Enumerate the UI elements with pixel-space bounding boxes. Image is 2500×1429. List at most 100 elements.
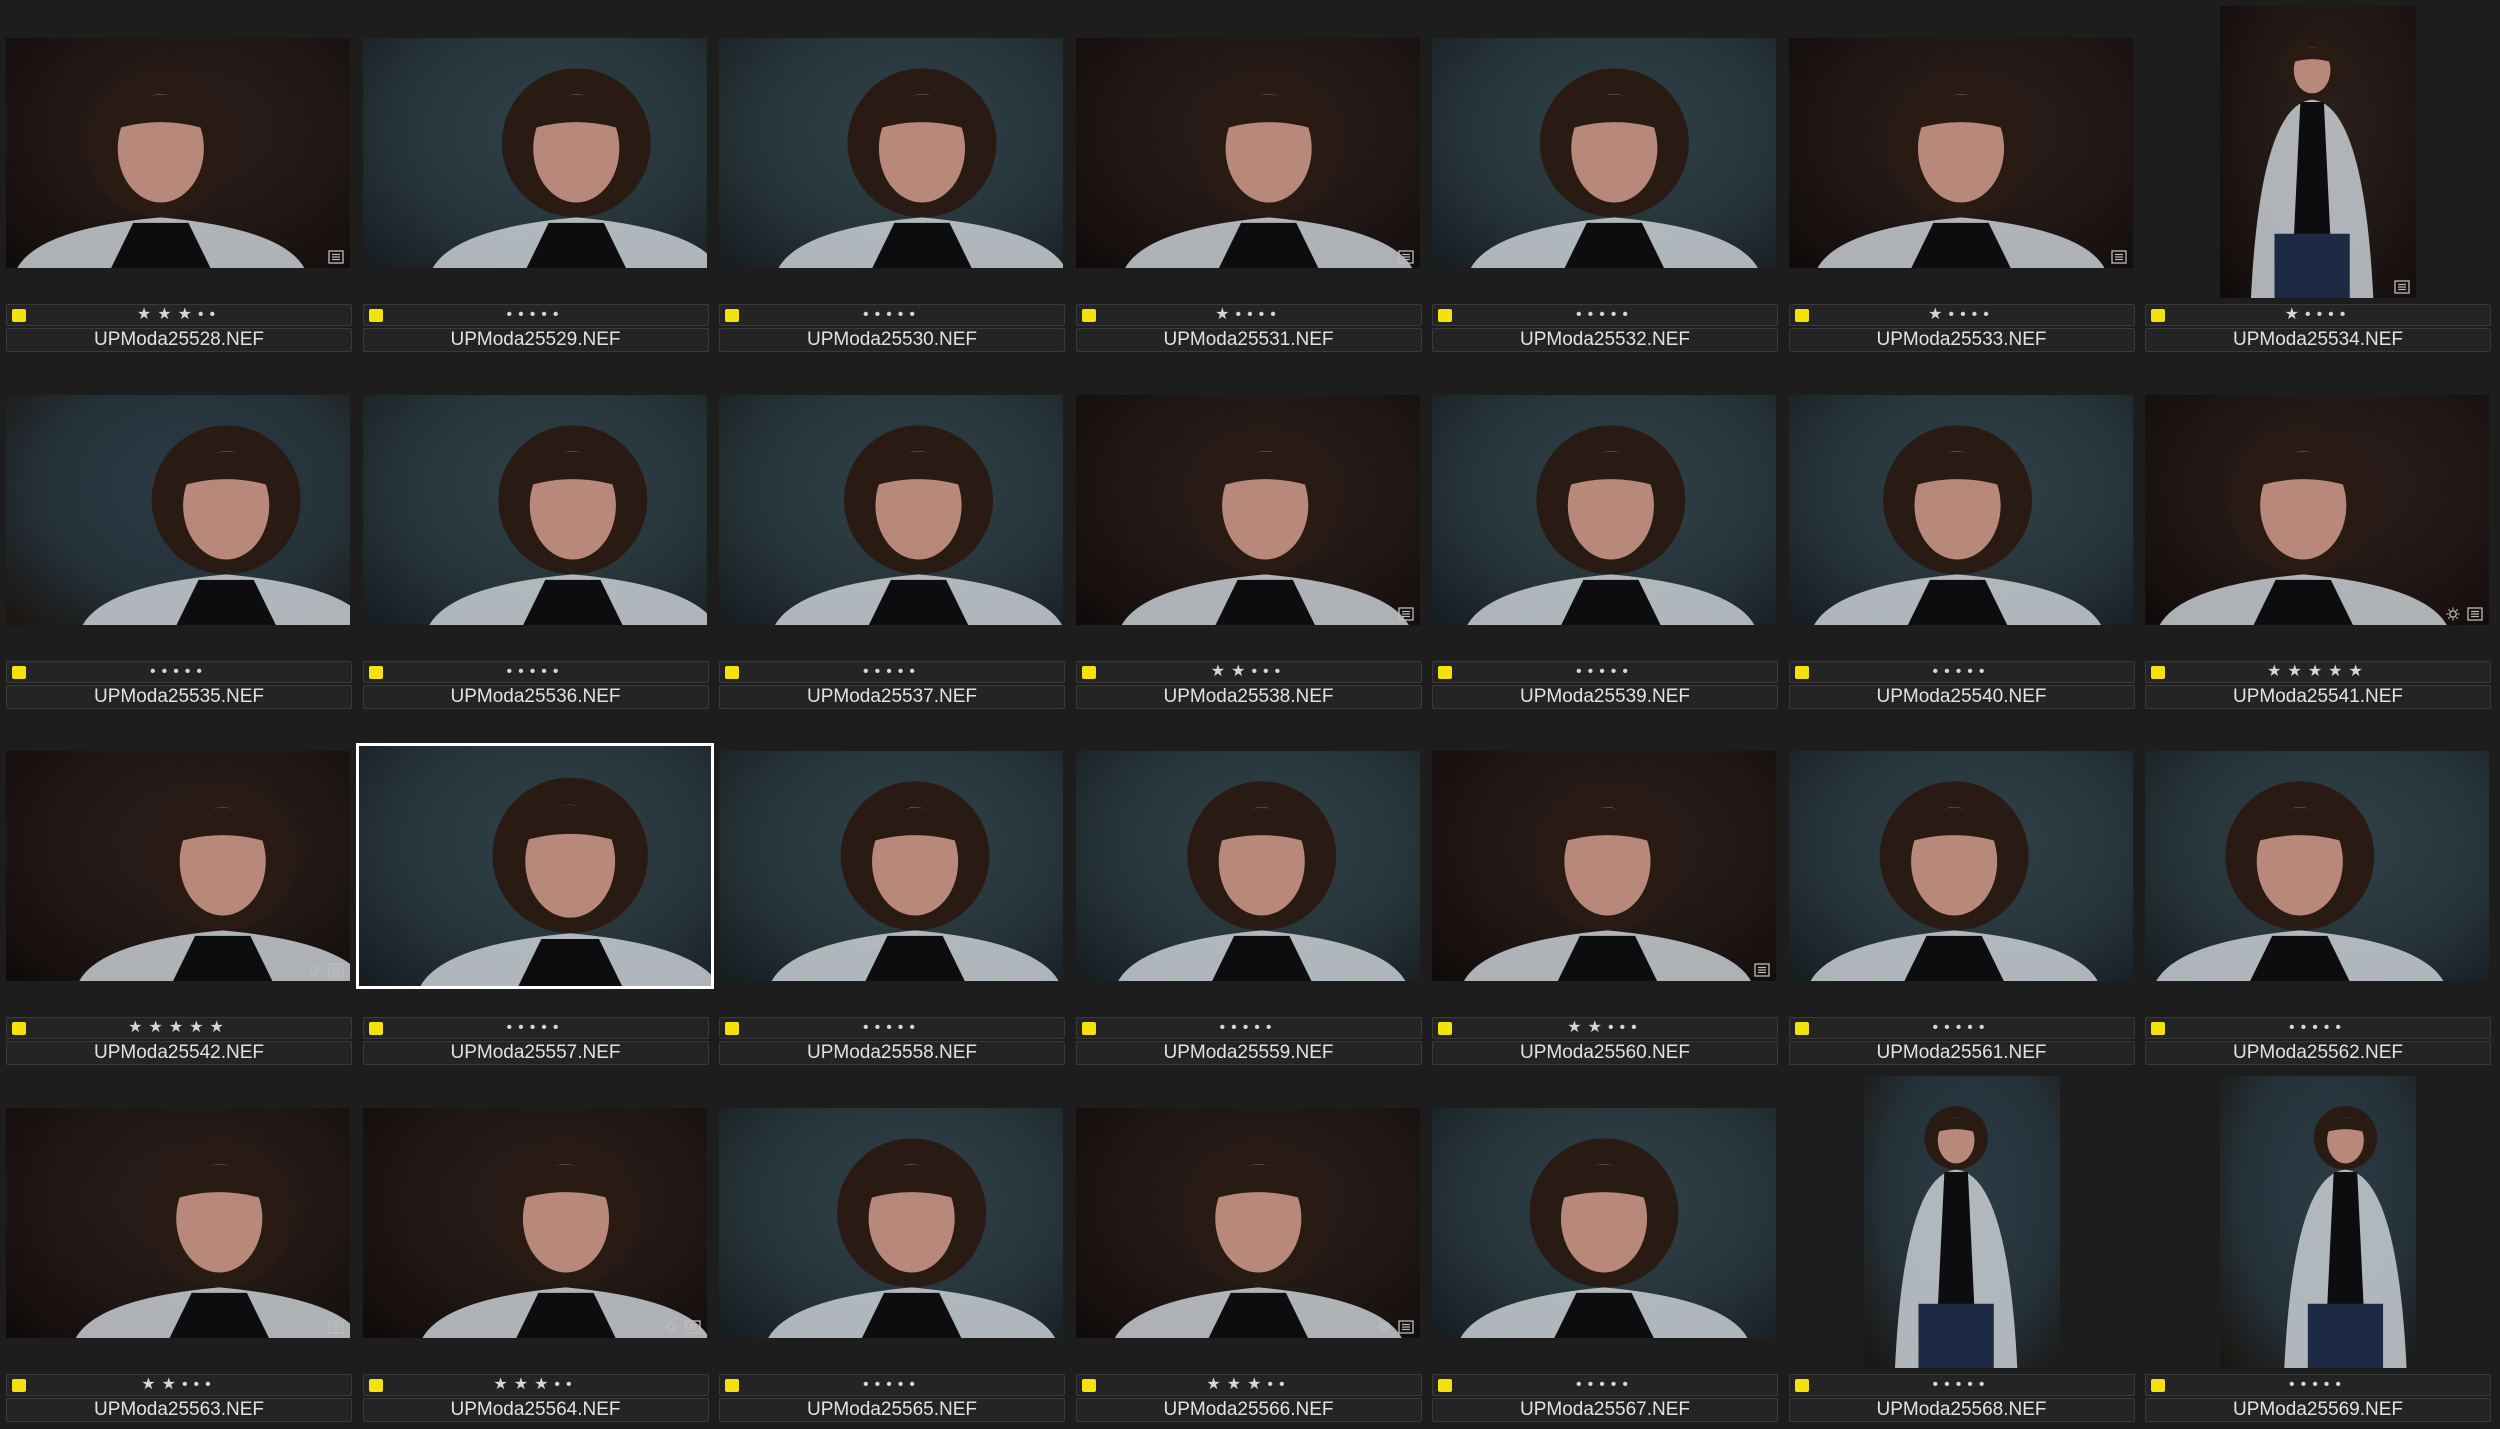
thumbnail-image[interactable] bbox=[1432, 751, 1776, 981]
thumbnail-image[interactable] bbox=[719, 38, 1063, 268]
star-rating[interactable]: ••••• bbox=[1790, 1018, 2134, 1038]
thumbnail-image[interactable] bbox=[2220, 1075, 2416, 1368]
star-rating[interactable]: ★★★•• bbox=[1077, 1375, 1421, 1395]
thumbnail-image[interactable] bbox=[1788, 38, 2133, 268]
thumbnail-cell[interactable]: ★★★•• UPModa25564.NEF bbox=[357, 1070, 709, 1426]
star-rating[interactable]: ★★★•• bbox=[7, 305, 351, 325]
thumbnail-image[interactable] bbox=[1432, 394, 1776, 625]
star-rating[interactable]: ••••• bbox=[1790, 662, 2134, 682]
thumbnail-image[interactable] bbox=[719, 394, 1063, 625]
rating-bar[interactable]: ★•••• bbox=[1075, 304, 1422, 326]
rating-bar[interactable]: ••••• bbox=[6, 660, 352, 683]
star-rating[interactable]: ••••• bbox=[1790, 1375, 2134, 1395]
rating-bar[interactable]: ••••• bbox=[362, 1017, 709, 1039]
rating-bar[interactable]: ★★★•• bbox=[6, 304, 352, 326]
thumbnail-cell[interactable]: ••••• UPModa25569.NEF bbox=[2139, 1070, 2491, 1426]
star-rating[interactable]: ••••• bbox=[720, 1375, 1064, 1395]
rating-bar[interactable]: ••••• bbox=[719, 1017, 1065, 1039]
thumbnail-image[interactable] bbox=[1432, 1107, 1776, 1338]
star-rating[interactable]: ••••• bbox=[720, 662, 1064, 682]
star-rating[interactable]: ★★••• bbox=[1077, 662, 1421, 682]
rating-bar[interactable]: ••••• bbox=[2145, 1017, 2491, 1039]
thumbnail-image[interactable] bbox=[6, 751, 350, 981]
thumbnail-cell[interactable]: ••••• UPModa25530.NEF bbox=[713, 0, 1065, 356]
star-rating[interactable]: ••••• bbox=[720, 1018, 1064, 1038]
rating-bar[interactable]: ••••• bbox=[1432, 660, 1778, 683]
thumbnail-image[interactable] bbox=[1432, 38, 1776, 268]
rating-bar[interactable]: ••••• bbox=[362, 660, 709, 683]
thumbnail-image[interactable] bbox=[6, 394, 350, 625]
star-rating[interactable]: ★★••• bbox=[1433, 1018, 1777, 1038]
star-rating[interactable]: ••••• bbox=[2146, 1375, 2490, 1395]
rating-bar[interactable]: ••••• bbox=[1788, 660, 2135, 683]
rating-bar[interactable]: ★★••• bbox=[6, 1373, 352, 1396]
thumbnail-cell[interactable]: ••••• UPModa25539.NEF bbox=[1426, 357, 1778, 713]
star-rating[interactable]: ••••• bbox=[1433, 662, 1777, 682]
star-rating[interactable]: ••••• bbox=[364, 1018, 708, 1038]
star-rating[interactable]: ★★••• bbox=[7, 1375, 351, 1395]
thumbnail-cell[interactable]: ★★★★★ UPModa25542.NEF bbox=[0, 713, 352, 1069]
thumbnail-cell[interactable]: ★★★•• UPModa25528.NEF bbox=[0, 0, 352, 356]
rating-bar[interactable]: ★★★★★ bbox=[6, 1017, 352, 1039]
thumbnail-image[interactable] bbox=[2145, 751, 2489, 981]
star-rating[interactable]: ••••• bbox=[1077, 1018, 1421, 1038]
rating-bar[interactable]: ★•••• bbox=[2145, 304, 2491, 326]
thumbnail-image[interactable] bbox=[1075, 1107, 1420, 1338]
rating-bar[interactable]: ••••• bbox=[1788, 1373, 2135, 1396]
rating-bar[interactable]: ••••• bbox=[719, 660, 1065, 683]
star-rating[interactable]: ★•••• bbox=[1790, 305, 2134, 325]
star-rating[interactable]: ★★★•• bbox=[364, 1375, 708, 1395]
thumbnail-cell[interactable]: ••••• UPModa25561.NEF bbox=[1783, 713, 2135, 1069]
thumbnail-image[interactable] bbox=[6, 1107, 350, 1338]
rating-bar[interactable]: ••••• bbox=[1075, 1017, 1422, 1039]
star-rating[interactable]: ••••• bbox=[1433, 1375, 1777, 1395]
thumbnail-cell[interactable]: ★★★★★ UPModa25541.NEF bbox=[2139, 357, 2491, 713]
star-rating[interactable]: ••••• bbox=[2146, 1018, 2490, 1038]
thumbnail-cell[interactable]: ••••• UPModa25558.NEF bbox=[713, 713, 1065, 1069]
thumbnail-cell[interactable]: ••••• UPModa25535.NEF bbox=[0, 357, 352, 713]
thumbnail-image[interactable] bbox=[1075, 38, 1420, 268]
rating-bar[interactable]: ★★••• bbox=[1075, 660, 1422, 683]
thumbnail-image[interactable] bbox=[6, 38, 350, 268]
thumbnail-image[interactable] bbox=[355, 743, 714, 989]
thumbnail-cell[interactable]: ★★••• UPModa25538.NEF bbox=[1070, 357, 1422, 713]
star-rating[interactable]: ★★★★★ bbox=[2146, 662, 2490, 682]
thumbnail-image[interactable] bbox=[362, 1107, 707, 1338]
thumbnail-cell[interactable]: ★★••• UPModa25563.NEF bbox=[0, 1070, 352, 1426]
rating-bar[interactable]: ••••• bbox=[2145, 1373, 2491, 1396]
thumbnail-image[interactable] bbox=[1075, 751, 1420, 981]
thumbnail-cell[interactable]: ••••• UPModa25532.NEF bbox=[1426, 0, 1778, 356]
rating-bar[interactable]: ••••• bbox=[1432, 1373, 1778, 1396]
rating-bar[interactable]: ★★★•• bbox=[362, 1373, 709, 1396]
rating-bar[interactable]: ★★••• bbox=[1432, 1017, 1778, 1039]
thumbnail-cell[interactable]: ★•••• UPModa25534.NEF bbox=[2139, 0, 2491, 356]
star-rating[interactable]: ••••• bbox=[720, 305, 1064, 325]
thumbnail-cell[interactable]: ★★★•• UPModa25566.NEF bbox=[1070, 1070, 1422, 1426]
star-rating[interactable]: ★•••• bbox=[2146, 305, 2490, 325]
thumbnail-cell[interactable]: ••••• UPModa25540.NEF bbox=[1783, 357, 2135, 713]
thumbnail-image[interactable] bbox=[2220, 6, 2416, 298]
thumbnail-cell[interactable]: ••••• UPModa25568.NEF bbox=[1783, 1070, 2135, 1426]
thumbnail-image[interactable] bbox=[1863, 1075, 2060, 1368]
rating-bar[interactable]: ★★★★★ bbox=[2145, 660, 2491, 683]
star-rating[interactable]: ★★★★★ bbox=[7, 1018, 351, 1038]
thumbnail-cell[interactable]: ••••• UPModa25562.NEF bbox=[2139, 713, 2491, 1069]
rating-bar[interactable]: ••••• bbox=[719, 304, 1065, 326]
thumbnail-image[interactable] bbox=[1788, 751, 2133, 981]
thumbnail-image[interactable] bbox=[719, 751, 1063, 981]
star-rating[interactable]: ••••• bbox=[364, 305, 708, 325]
thumbnail-cell[interactable]: ••••• UPModa25557.NEF bbox=[355, 713, 714, 1069]
thumbnail-cell[interactable]: ••••• UPModa25536.NEF bbox=[357, 357, 709, 713]
thumbnail-cell[interactable]: ★•••• UPModa25531.NEF bbox=[1070, 0, 1422, 356]
thumbnail-cell[interactable]: ••••• UPModa25559.NEF bbox=[1070, 713, 1422, 1069]
star-rating[interactable]: ★•••• bbox=[1077, 305, 1421, 325]
thumbnail-cell[interactable]: ••••• UPModa25565.NEF bbox=[713, 1070, 1065, 1426]
rating-bar[interactable]: ••••• bbox=[719, 1373, 1065, 1396]
thumbnail-cell[interactable]: ••••• UPModa25529.NEF bbox=[357, 0, 709, 356]
rating-bar[interactable]: ••••• bbox=[362, 304, 709, 326]
rating-bar[interactable]: ★★★•• bbox=[1075, 1373, 1422, 1396]
thumbnail-cell[interactable]: ★•••• UPModa25533.NEF bbox=[1783, 0, 2135, 356]
thumbnail-cell[interactable]: ★★••• UPModa25560.NEF bbox=[1426, 713, 1778, 1069]
star-rating[interactable]: ••••• bbox=[7, 662, 351, 682]
thumbnail-image[interactable] bbox=[719, 1107, 1063, 1338]
